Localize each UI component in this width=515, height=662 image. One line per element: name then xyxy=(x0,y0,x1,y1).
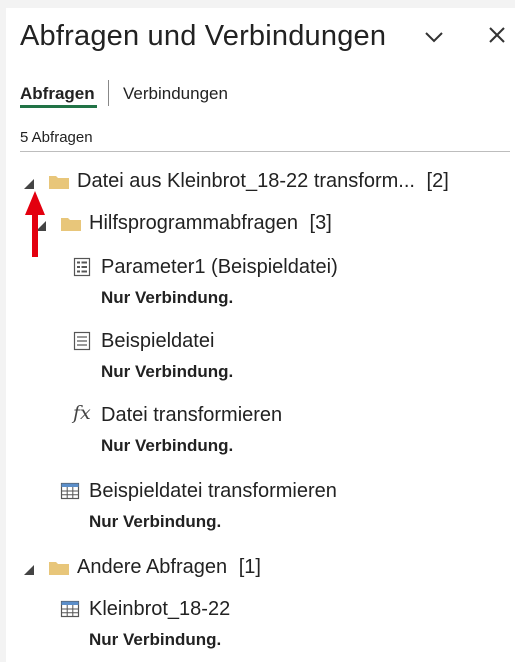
tab-connections[interactable]: Verbindungen xyxy=(123,84,228,104)
group-row-datei-aus-kleinbrot[interactable]: Datei aus Kleinbrot_18-22 transform... [… xyxy=(6,166,506,196)
query-status: Nur Verbindung. xyxy=(89,630,222,649)
group-row-hilfsprogrammabfragen[interactable]: Hilfsprogrammabfragen [3] xyxy=(6,208,506,238)
query-name: Kleinbrot_18-22 xyxy=(89,598,231,620)
group-label: Datei aus Kleinbrot_18-22 transform... [… xyxy=(77,170,449,193)
group-name: Datei aus Kleinbrot_18-22 transform... xyxy=(77,170,415,192)
group-count: [2] xyxy=(426,170,449,192)
table-icon xyxy=(60,600,80,618)
folder-icon xyxy=(49,562,69,575)
tab-queries[interactable]: Abfragen xyxy=(20,84,95,104)
query-item-datei-transformieren[interactable]: fx Datei transformieren Nur Verbindung. xyxy=(6,402,506,462)
collapse-caret-icon[interactable] xyxy=(24,565,34,575)
divider xyxy=(20,151,510,152)
folder-icon xyxy=(61,218,81,231)
query-item-kleinbrot[interactable]: Kleinbrot_18-22 Nur Verbindung. xyxy=(6,596,506,656)
annotation-arrow-icon xyxy=(25,191,45,257)
pane-title: Abfragen und Verbindungen xyxy=(20,20,387,52)
query-status: Nur Verbindung. xyxy=(101,288,234,307)
query-status: Nur Verbindung. xyxy=(101,436,234,455)
folder-icon xyxy=(49,176,69,189)
group-label: Hilfsprogrammabfragen [3] xyxy=(89,212,332,235)
group-count: [3] xyxy=(309,212,332,234)
query-item-beispieldatei-transformieren[interactable]: Beispieldatei transformieren Nur Verbind… xyxy=(6,478,506,538)
function-fx-icon: fx xyxy=(73,402,91,424)
query-name: Beispieldatei transformieren xyxy=(89,480,337,502)
tab-active-underline xyxy=(20,105,97,108)
parameter-icon xyxy=(73,257,91,277)
group-name: Andere Abfragen xyxy=(77,556,228,578)
query-status: Nur Verbindung. xyxy=(89,512,222,531)
queries-connections-pane: Abfragen und Verbindungen Abfragen Verbi… xyxy=(6,8,515,662)
group-row-andere-abfragen[interactable]: Andere Abfragen [1] xyxy=(6,553,506,583)
tab-separator xyxy=(108,80,109,106)
group-label: Andere Abfragen [1] xyxy=(77,556,261,579)
chevron-down-icon[interactable] xyxy=(424,30,444,44)
query-name: Datei transformieren xyxy=(101,404,283,426)
group-count: [1] xyxy=(238,556,261,578)
group-name: Hilfsprogrammabfragen xyxy=(89,212,298,234)
query-name: Parameter1 (Beispieldatei) xyxy=(101,256,338,278)
document-icon xyxy=(73,331,91,351)
query-count: 5 Abfragen xyxy=(20,129,93,146)
close-icon[interactable] xyxy=(486,24,508,46)
query-item-beispieldatei[interactable]: Beispieldatei Nur Verbindung. xyxy=(6,328,506,388)
query-name: Beispieldatei xyxy=(101,330,215,352)
window-frame-top xyxy=(0,0,515,8)
collapse-caret-icon[interactable] xyxy=(24,179,34,189)
query-status: Nur Verbindung. xyxy=(101,362,234,381)
query-item-parameter1[interactable]: Parameter1 (Beispieldatei) Nur Verbindun… xyxy=(6,254,506,314)
table-icon xyxy=(60,482,80,500)
